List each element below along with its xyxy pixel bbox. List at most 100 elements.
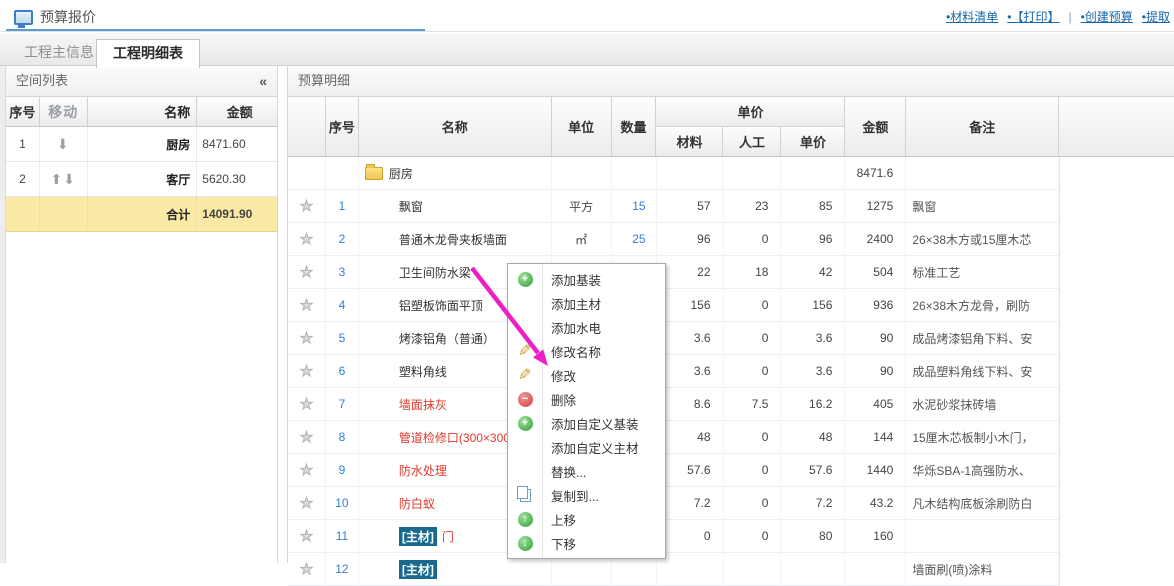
note-cell: 15厘木芯板制小木门，	[906, 421, 1059, 454]
favorite-star-cell[interactable]: ★	[288, 388, 326, 421]
group-name: 厨房	[389, 165, 413, 182]
col-header-star	[288, 97, 326, 157]
menu-item-label: 添加水电	[542, 318, 601, 337]
context-menu-item[interactable]: 替换...	[508, 459, 665, 483]
menu-item-label: 添加基装	[542, 270, 601, 289]
star-icon: ★	[300, 428, 313, 446]
link-create-budget[interactable]: •创建预算	[1081, 8, 1133, 25]
col-header-unit: 单位	[552, 97, 612, 157]
favorite-star-cell[interactable]: ★	[288, 223, 326, 256]
favorite-star-cell[interactable]: ★	[288, 553, 326, 586]
favorite-star-cell[interactable]: ★	[288, 289, 326, 322]
table-row[interactable]: ★ 4 铝塑板饰面平顶 156 0 156 936 26×38木方龙骨，刷防	[288, 289, 1174, 322]
amount-cell: 405	[845, 388, 906, 421]
context-menu-item[interactable]: 添加自定义主材	[508, 435, 665, 459]
move-down-icon	[508, 536, 542, 551]
favorite-star-cell[interactable]: ★	[288, 487, 326, 520]
link-print[interactable]: •【打印】	[1007, 8, 1059, 25]
favorite-star-cell[interactable]: ★	[288, 190, 326, 223]
context-menu-item[interactable]: 添加主材	[508, 291, 665, 315]
filler-cell	[1059, 289, 1174, 322]
amount-cell: 160	[845, 520, 906, 553]
table-row[interactable]: ★ 10 防白蚁 7.2 0 7.2 43.2 凡木结构底板涂刷防白	[288, 487, 1174, 520]
collapse-panel-icon[interactable]: «	[259, 66, 267, 96]
unit-price-cell: 85	[781, 190, 845, 223]
favorite-star-cell[interactable]: ★	[288, 355, 326, 388]
budget-detail-title: 预算明细	[298, 73, 350, 88]
labor-price-cell: 0	[724, 223, 782, 256]
menu-item-label: 上移	[542, 510, 576, 529]
table-row[interactable]: ★ 1 飘窗 平方 15 57 23 85 1275 飘窗	[288, 190, 1174, 223]
context-menu-item[interactable]: 添加基装	[508, 267, 665, 291]
col-header-material: 材料	[656, 127, 723, 157]
tab-project-detail-table[interactable]: 工程明细表	[96, 39, 200, 68]
row-number[interactable]: 4	[326, 289, 359, 322]
filler-cell	[1059, 520, 1174, 553]
qty-cell[interactable]: 15	[612, 190, 657, 223]
menu-item-label: 添加自定义主材	[542, 438, 639, 457]
total-label: 合计	[88, 197, 198, 232]
row-number[interactable]: 3	[326, 256, 359, 289]
favorite-star-cell[interactable]: ★	[288, 256, 326, 289]
star-icon: ★	[300, 395, 313, 413]
row-number[interactable]: 9	[326, 454, 359, 487]
move-arrows-icon[interactable]: ⬇	[40, 127, 88, 162]
context-menu: 添加基装 添加主材 添加水电 修改名称 修改 删除 添加自定义基装	[507, 263, 666, 559]
table-row[interactable]: ★ 5 烤漆铝角（普通） 3.6 0 3.6 90 成品烤漆铝角下料、安	[288, 322, 1174, 355]
table-row[interactable]: ★ 2 普通木龙骨夹板墙面 ㎡ 25 96 0 96 2400 26×38木方或…	[288, 223, 1174, 256]
favorite-star-cell[interactable]: ★	[288, 520, 326, 553]
context-menu-item[interactable]: 删除	[508, 387, 665, 411]
row-number[interactable]: 12	[326, 553, 359, 586]
filler-cell	[1059, 421, 1174, 454]
space-list-body: 1 ⬇ 厨房 8471.60 2 ⬆⬇ 客厅 5620.30	[6, 127, 277, 197]
filler-cell	[1059, 487, 1174, 520]
favorite-star-cell[interactable]: ★	[288, 454, 326, 487]
link-material-list[interactable]: •材料清单	[946, 8, 998, 25]
table-row[interactable]: ★ 7 墙面抹灰 8.6 7.5 16.2 405 水泥砂浆抹砖墙	[288, 388, 1174, 421]
table-row[interactable]: ★ 12 [主材] 墙面刷(喷)涂料	[288, 553, 1174, 586]
table-row[interactable]: ★ 9 防水处理 57.6 0 57.6 1440 华烁SBA-1高强防水、	[288, 454, 1174, 487]
pencil-icon	[508, 341, 542, 361]
row-number[interactable]: 7	[326, 388, 359, 421]
row-number[interactable]: 8	[326, 421, 359, 454]
row-number[interactable]: 5	[326, 322, 359, 355]
qty-cell[interactable]: 25	[612, 223, 657, 256]
delete-minus-icon	[508, 392, 542, 407]
context-menu-item[interactable]: 添加自定义基装	[508, 411, 665, 435]
context-menu-item[interactable]: 修改名称	[508, 339, 665, 363]
context-menu-item[interactable]: 下移	[508, 531, 665, 555]
row-number[interactable]: 11	[326, 520, 359, 553]
menu-item-label: 删除	[542, 390, 576, 409]
space-row[interactable]: 1 ⬇ 厨房 8471.60	[6, 127, 277, 162]
favorite-star-cell[interactable]: ★	[288, 322, 326, 355]
favorite-star-cell[interactable]: ★	[288, 421, 326, 454]
row-number[interactable]: 10	[326, 487, 359, 520]
item-name: 飘窗	[399, 198, 423, 215]
tab-project-main-info[interactable]: 工程主信息	[8, 39, 110, 66]
table-row[interactable]: ★ 11 [主材]门 0 0 80 160	[288, 520, 1174, 553]
link-extract[interactable]: •提取	[1142, 8, 1170, 25]
space-list-title-bar: 空间列表 «	[6, 66, 277, 97]
table-row[interactable]: ★ 3 卫生间防水梁 22 18 42 504 标准工艺	[288, 256, 1174, 289]
table-row[interactable]: ★ 8 管道检修口(300×300 48 0 48 144 15厘木芯板制小木门…	[288, 421, 1174, 454]
space-row[interactable]: 2 ⬆⬇ 客厅 5620.30	[6, 162, 277, 197]
add-plus-icon	[508, 416, 542, 431]
amount-cell: 1275	[845, 190, 906, 223]
material-price-cell: 57.6	[657, 454, 724, 487]
menu-item-label: 修改名称	[542, 342, 601, 361]
context-menu-item[interactable]: 修改	[508, 363, 665, 387]
col-header-labor: 人工	[723, 127, 781, 157]
table-row[interactable]: ★ 6 塑料角线 3.6 0 3.6 90 成品塑料角线下料、安	[288, 355, 1174, 388]
context-menu-item[interactable]: 复制到...	[508, 483, 665, 507]
context-menu-item[interactable]: 上移	[508, 507, 665, 531]
space-amount: 8471.60	[197, 127, 277, 162]
context-menu-item[interactable]: 添加水电	[508, 315, 665, 339]
item-name: 塑料角线	[399, 363, 447, 380]
row-number[interactable]: 6	[326, 355, 359, 388]
row-number[interactable]: 2	[326, 223, 359, 256]
move-arrows-icon[interactable]: ⬆⬇	[40, 162, 88, 197]
row-number[interactable]: 1	[326, 190, 359, 223]
group-row-kitchen[interactable]: 厨房 8471.6	[288, 157, 1174, 190]
col-header-name: 名称	[88, 97, 198, 127]
labor-price-cell: 0	[724, 520, 782, 553]
